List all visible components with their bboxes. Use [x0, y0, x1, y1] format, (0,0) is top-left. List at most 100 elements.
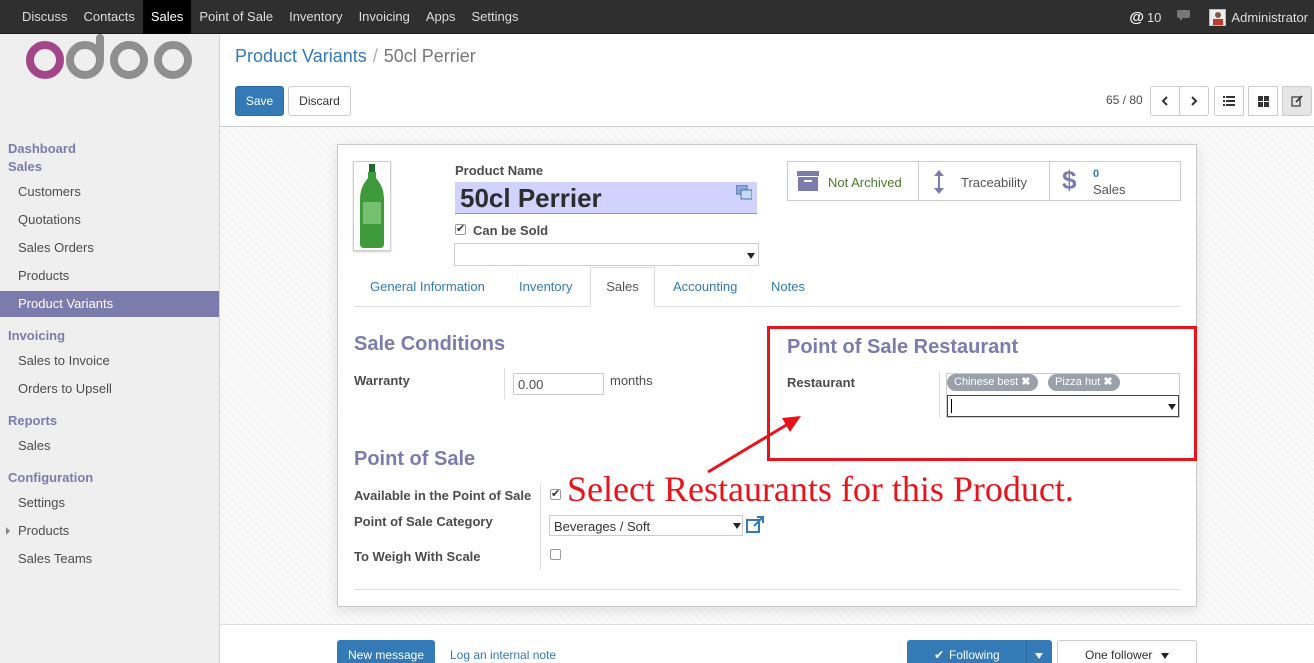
edit-icon: [1291, 95, 1303, 107]
following-button[interactable]: ✔ Following: [907, 640, 1052, 663]
systray: @ 10 Administrator: [1129, 0, 1308, 34]
archived-status: Not Archived: [828, 175, 902, 190]
list-icon: [1223, 96, 1235, 106]
sidebar-section-sales: Sales: [8, 159, 42, 174]
available-in-pos-checkbox[interactable]: [550, 487, 561, 500]
available-in-pos-label: Available in the Point of Sale: [354, 488, 532, 503]
tab-sales[interactable]: Sales: [590, 267, 655, 307]
log-note-link[interactable]: Log an internal note: [450, 648, 556, 662]
warranty-unit: months: [610, 373, 653, 388]
new-message-button[interactable]: New message: [337, 640, 435, 663]
caret-right-icon: [6, 527, 10, 535]
sidebar-item-customers[interactable]: Customers: [0, 179, 219, 205]
at-mention-icon[interactable]: @: [1129, 9, 1144, 26]
product-variant-select[interactable]: [454, 243, 759, 266]
sidebar-item-settings[interactable]: Settings: [0, 490, 219, 516]
sale-conditions-title: Sale Conditions: [354, 333, 506, 355]
breadcrumb-current: 50cl Perrier: [383, 46, 476, 66]
list-view-button[interactable]: [1214, 86, 1244, 116]
pager-value[interactable]: 65 / 80: [1106, 93, 1143, 107]
menu-apps[interactable]: Apps: [418, 0, 464, 34]
archive-toggle-button[interactable]: Not Archived: [787, 161, 919, 201]
menu-invoicing[interactable]: Invoicing: [351, 0, 418, 34]
check-icon: ✔: [934, 648, 945, 662]
sidebar-section-reports: Reports: [8, 413, 58, 428]
menu-discuss[interactable]: Discuss: [14, 0, 76, 34]
archive-icon: [797, 171, 819, 191]
can-be-sold-label: Can be Sold: [473, 223, 549, 238]
tab-accounting[interactable]: Accounting: [673, 279, 737, 294]
breadcrumb: Product Variants/50cl Perrier: [235, 46, 476, 67]
top-navbar: Discuss Contacts Sales Point of Sale Inv…: [0, 0, 1314, 34]
sales-count-button[interactable]: $ 0 Sales: [1049, 161, 1181, 201]
menu-point-of-sale[interactable]: Point of Sale: [191, 0, 281, 34]
sidebar-item-sales-to-invoice[interactable]: Sales to Invoice: [0, 348, 219, 374]
tab-general-information[interactable]: General Information: [370, 279, 485, 294]
dropdown-caret-icon: [1168, 404, 1176, 410]
user-name[interactable]: Administrator: [1231, 10, 1308, 25]
menu-contacts[interactable]: Contacts: [76, 0, 143, 34]
weigh-with-scale-checkbox[interactable]: [550, 549, 561, 560]
bottle-image: [360, 164, 384, 248]
kanban-view-button[interactable]: [1248, 86, 1278, 116]
menu-settings[interactable]: Settings: [464, 0, 527, 34]
up-down-arrow-icon: [934, 170, 944, 194]
restaurant-label: Restaurant: [787, 375, 855, 390]
sidebar-item-quotations[interactable]: Quotations: [0, 207, 219, 233]
menu-inventory[interactable]: Inventory: [281, 0, 350, 34]
restaurant-search-input[interactable]: [947, 395, 1179, 417]
restaurant-tag[interactable]: Chinese best ✖: [947, 374, 1038, 391]
breadcrumb-separator: /: [372, 46, 378, 66]
menu-sales[interactable]: Sales: [142, 0, 192, 34]
sidebar-item-sales-teams[interactable]: Sales Teams: [0, 546, 219, 572]
dropdown-caret-icon: [733, 523, 741, 529]
product-name-field[interactable]: 50cl Perrier: [455, 182, 757, 214]
save-button[interactable]: Save: [235, 86, 284, 116]
pager-next-button[interactable]: [1179, 86, 1209, 116]
sidebar-item-product-variants[interactable]: Product Variants: [0, 291, 219, 317]
pos-category-select[interactable]: Beverages / Soft: [549, 515, 743, 536]
odoo-logo[interactable]: [26, 34, 194, 80]
text-cursor: [951, 399, 952, 413]
weigh-with-scale-label: To Weigh With Scale: [354, 549, 481, 564]
external-link-icon[interactable]: [746, 516, 765, 534]
caret-down-icon[interactable]: [1035, 653, 1043, 659]
product-name-value: 50cl Perrier: [460, 183, 602, 213]
tab-notes[interactable]: Notes: [771, 279, 805, 294]
product-image[interactable]: [353, 161, 391, 251]
form-view-button[interactable]: [1282, 86, 1312, 116]
sidebar-item-reports-sales[interactable]: Sales: [0, 433, 219, 459]
pager-previous-button[interactable]: [1150, 86, 1180, 116]
translate-icon[interactable]: [736, 185, 752, 200]
point-of-sale-title: Point of Sale: [354, 448, 476, 470]
sidebar-item-products[interactable]: Products: [0, 263, 219, 289]
dropdown-caret-icon: [747, 253, 755, 259]
chat-icon[interactable]: [1177, 9, 1193, 25]
followers-button[interactable]: One follower: [1057, 640, 1197, 663]
kanban-icon: [1257, 95, 1269, 107]
sidebar-item-config-products[interactable]: Products: [0, 518, 219, 544]
dollar-icon: $: [1062, 165, 1077, 195]
can-be-sold-checkbox[interactable]: [455, 222, 466, 235]
sidebar-dashboard[interactable]: Dashboard: [8, 141, 76, 156]
button-divider: [1026, 640, 1027, 663]
restaurant-tag[interactable]: Pizza hut ✖: [1048, 374, 1120, 391]
followers-label: One follower: [1085, 648, 1153, 662]
sidebar-item-orders-to-upsell[interactable]: Orders to Upsell: [0, 376, 219, 402]
discard-button[interactable]: Discard: [288, 86, 351, 116]
warranty-input[interactable]: 0.00: [513, 373, 604, 395]
sales-count-label: Sales: [1093, 182, 1126, 197]
pos-category-value: Beverages / Soft: [554, 519, 651, 534]
app-menu: Discuss Contacts Sales Point of Sale Inv…: [14, 0, 527, 34]
notification-count[interactable]: 10: [1147, 10, 1161, 25]
tab-inventory[interactable]: Inventory: [519, 279, 572, 294]
user-avatar[interactable]: [1209, 8, 1227, 26]
sidebar-item-sales-orders[interactable]: Sales Orders: [0, 235, 219, 261]
annotation-text: Select Restaurants for this Product.: [567, 469, 1074, 509]
warranty-label: Warranty: [354, 373, 410, 388]
sales-count: 0: [1093, 168, 1100, 180]
traceability-button[interactable]: Traceability: [918, 161, 1050, 201]
chevron-left-icon: [1161, 96, 1168, 106]
breadcrumb-parent[interactable]: Product Variants: [235, 46, 367, 66]
pos-restaurant-title: Point of Sale Restaurant: [787, 336, 1019, 358]
